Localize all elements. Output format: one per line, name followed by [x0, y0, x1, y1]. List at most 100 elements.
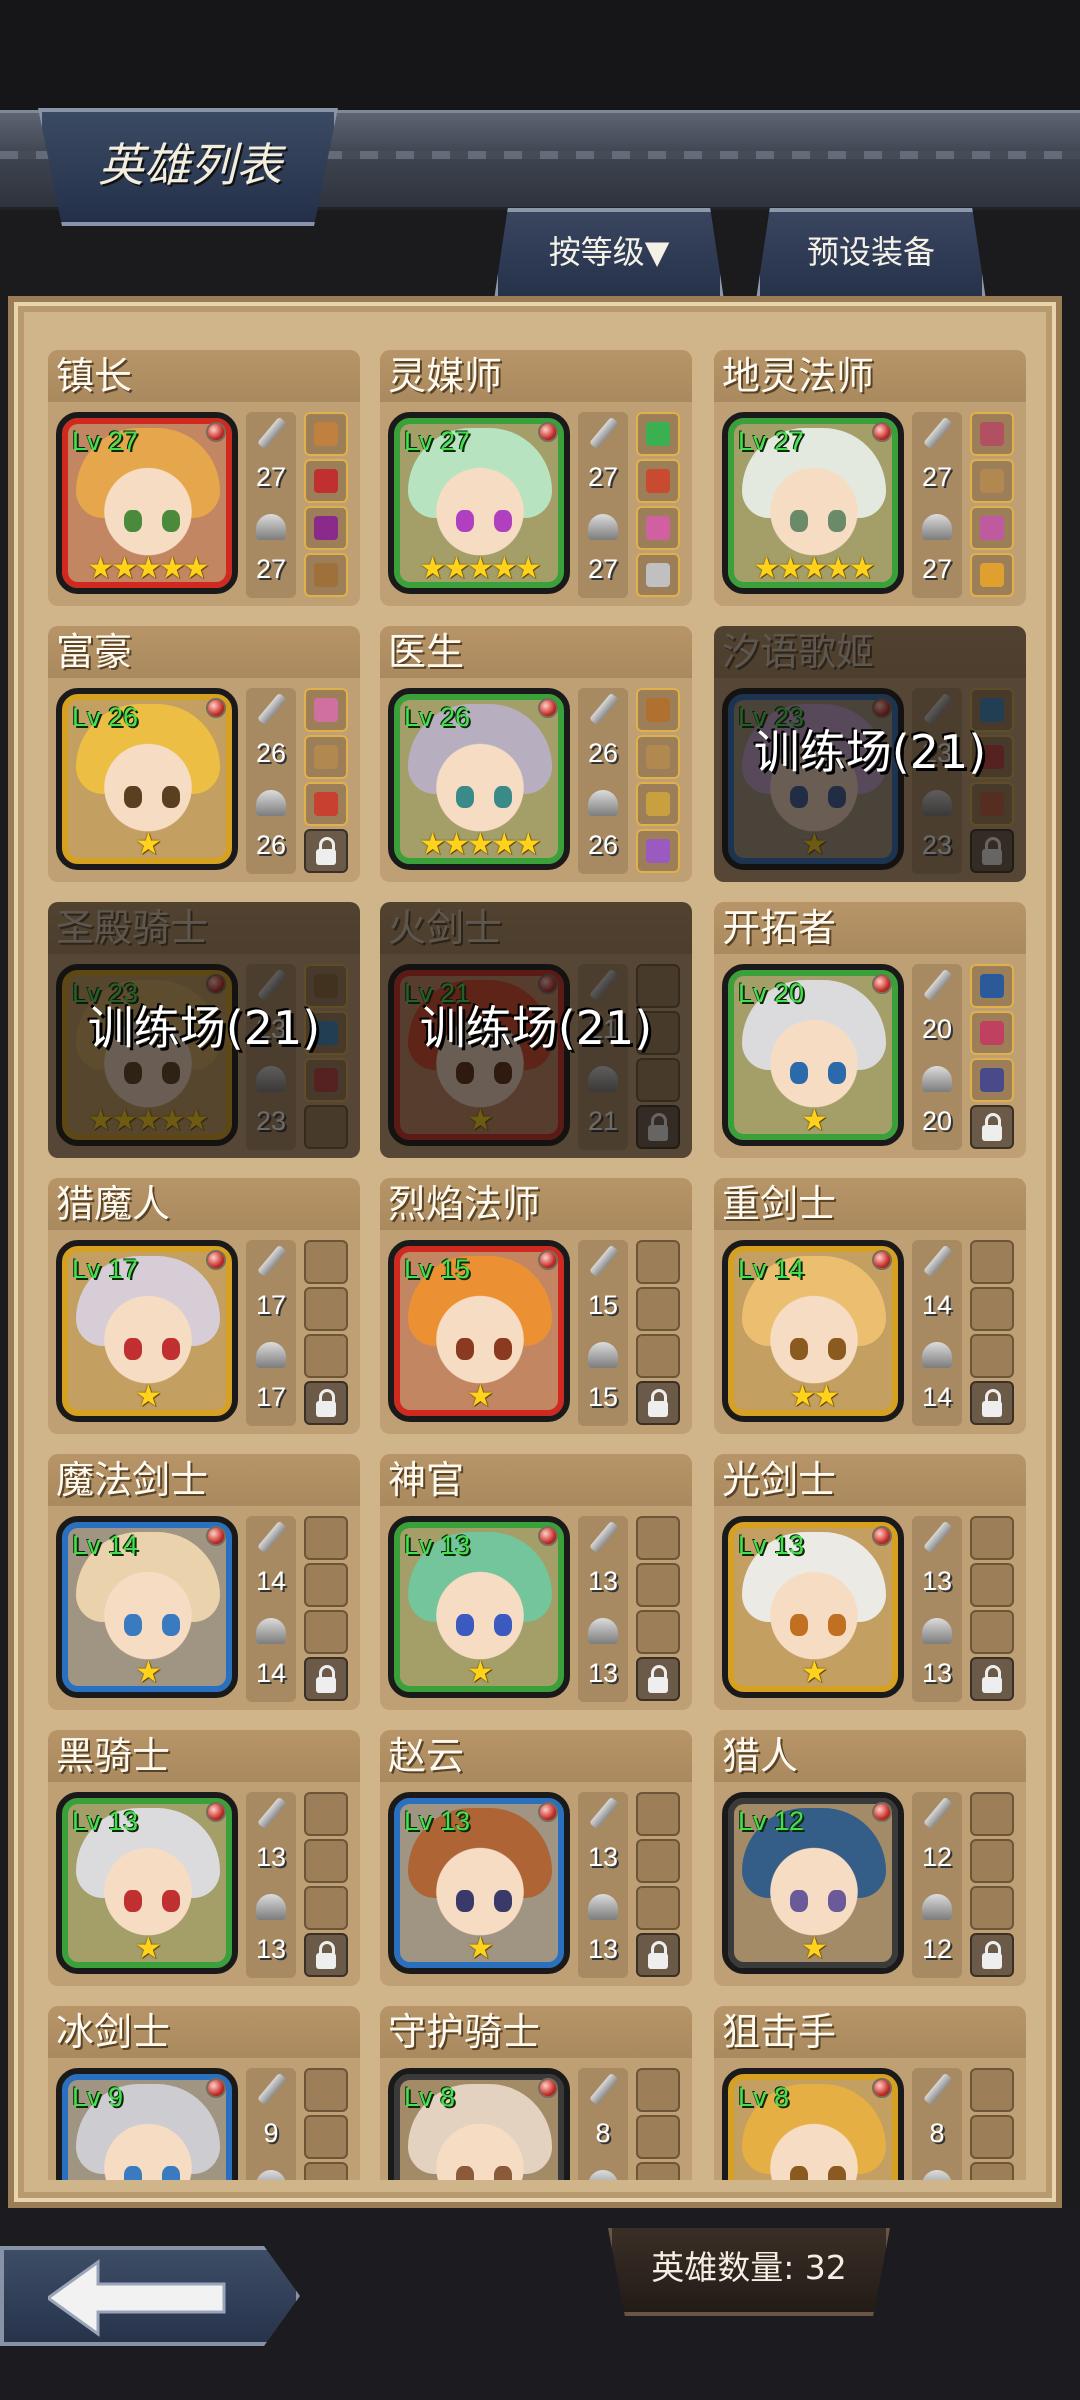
hero-card[interactable]: 狙击手 Lv 8 ★ 8 8 — [714, 2006, 1026, 2180]
empty-equipment-slot[interactable] — [304, 1240, 348, 1284]
equipment-slot[interactable] — [970, 1011, 1014, 1055]
hero-card[interactable]: 赵云 Lv 13 ★ 13 13 — [380, 1730, 692, 1986]
hero-card[interactable]: 地灵法师 Lv 27 ★★★★★ 27 27 — [714, 350, 1026, 606]
empty-equipment-slot[interactable] — [636, 1240, 680, 1284]
hero-portrait[interactable]: Lv 8 ★ — [722, 2068, 904, 2180]
empty-equipment-slot[interactable] — [970, 2068, 1014, 2112]
equipment-slot[interactable] — [970, 506, 1014, 550]
empty-equipment-slot[interactable] — [636, 2162, 680, 2180]
hero-card[interactable]: 烈焰法师 Lv 15 ★ 15 15 — [380, 1178, 692, 1434]
equipment-slot[interactable] — [304, 506, 348, 550]
hero-portrait[interactable]: Lv 27 ★★★★★ — [56, 412, 238, 594]
empty-equipment-slot[interactable] — [970, 1839, 1014, 1883]
hero-portrait[interactable]: Lv 13 ★ — [722, 1516, 904, 1698]
empty-equipment-slot[interactable] — [304, 2115, 348, 2159]
empty-equipment-slot[interactable] — [970, 1334, 1014, 1378]
empty-equipment-slot[interactable] — [304, 1563, 348, 1607]
hero-card[interactable]: 黑骑士 Lv 13 ★ 13 13 — [48, 1730, 360, 1986]
hero-card[interactable]: 重剑士 Lv 14 ★★ 14 14 — [714, 1178, 1026, 1434]
empty-equipment-slot[interactable] — [970, 2115, 1014, 2159]
empty-equipment-slot[interactable] — [304, 2068, 348, 2112]
hero-card[interactable]: 魔法剑士 Lv 14 ★ 14 14 — [48, 1454, 360, 1710]
empty-equipment-slot[interactable] — [636, 1516, 680, 1560]
hero-portrait[interactable]: Lv 27 ★★★★★ — [722, 412, 904, 594]
hero-portrait[interactable]: Lv 9 ★ — [56, 2068, 238, 2180]
preset-equipment-button[interactable]: 预设装备 — [756, 208, 986, 300]
equipment-slot[interactable] — [970, 964, 1014, 1008]
hero-portrait[interactable]: Lv 20 ★ — [722, 964, 904, 1146]
hero-card[interactable]: 灵媒师 Lv 27 ★★★★★ 27 27 — [380, 350, 692, 606]
hero-portrait[interactable]: Lv 26 ★★★★★ — [388, 688, 570, 870]
empty-equipment-slot[interactable] — [304, 1839, 348, 1883]
empty-equipment-slot[interactable] — [970, 1792, 1014, 1836]
empty-equipment-slot[interactable] — [970, 2162, 1014, 2180]
hero-portrait[interactable]: Lv 15 ★ — [388, 1240, 570, 1422]
empty-equipment-slot[interactable] — [304, 1516, 348, 1560]
hero-card[interactable]: 猎魔人 Lv 17 ★ 17 17 — [48, 1178, 360, 1434]
equipment-slot[interactable] — [304, 412, 348, 456]
equipment-slot[interactable] — [636, 553, 680, 597]
empty-equipment-slot[interactable] — [636, 2068, 680, 2112]
empty-equipment-slot[interactable] — [636, 1287, 680, 1331]
empty-equipment-slot[interactable] — [304, 1287, 348, 1331]
empty-equipment-slot[interactable] — [304, 1610, 348, 1654]
equipment-slot[interactable] — [304, 553, 348, 597]
hero-portrait[interactable]: Lv 13 ★ — [388, 1516, 570, 1698]
equipment-slot[interactable] — [304, 688, 348, 732]
hero-portrait[interactable]: Lv 14 ★★ — [722, 1240, 904, 1422]
equipment-slot[interactable] — [970, 553, 1014, 597]
empty-equipment-slot[interactable] — [970, 1516, 1014, 1560]
hero-card[interactable]: 光剑士 Lv 13 ★ 13 13 — [714, 1454, 1026, 1710]
hero-card[interactable]: 镇长 Lv 27 ★★★★★ 27 27 — [48, 350, 360, 606]
sort-by-level-button[interactable]: 按等级▼ — [494, 208, 724, 300]
empty-equipment-slot[interactable] — [304, 1792, 348, 1836]
hero-grid[interactable]: 镇长 Lv 27 ★★★★★ 27 27 灵媒师 Lv 27 ★★★★★ 27 … — [30, 350, 1040, 2180]
hero-card[interactable]: 神官 Lv 13 ★ 13 13 — [380, 1454, 692, 1710]
empty-equipment-slot[interactable] — [970, 1287, 1014, 1331]
hero-portrait[interactable]: Lv 13 ★ — [56, 1792, 238, 1974]
hero-portrait[interactable]: Lv 17 ★ — [56, 1240, 238, 1422]
empty-equipment-slot[interactable] — [304, 1886, 348, 1930]
hero-portrait[interactable]: Lv 12 ★ — [722, 1792, 904, 1974]
empty-equipment-slot[interactable] — [636, 1610, 680, 1654]
empty-equipment-slot[interactable] — [304, 2162, 348, 2180]
hero-card[interactable]: 医生 Lv 26 ★★★★★ 26 26 — [380, 626, 692, 882]
empty-equipment-slot[interactable] — [636, 2115, 680, 2159]
hero-portrait[interactable]: Lv 8 ★ — [388, 2068, 570, 2180]
equipment-slot[interactable] — [636, 829, 680, 873]
hero-portrait[interactable]: Lv 27 ★★★★★ — [388, 412, 570, 594]
equipment-slot[interactable] — [636, 459, 680, 503]
equipment-slot[interactable] — [636, 782, 680, 826]
hero-card[interactable]: 开拓者 Lv 20 ★ 20 20 — [714, 902, 1026, 1158]
empty-equipment-slot[interactable] — [970, 1240, 1014, 1284]
equipment-slot[interactable] — [636, 688, 680, 732]
equipment-slot[interactable] — [304, 735, 348, 779]
empty-equipment-slot[interactable] — [636, 1886, 680, 1930]
empty-equipment-slot[interactable] — [636, 1839, 680, 1883]
hero-portrait[interactable]: Lv 26 ★ — [56, 688, 238, 870]
empty-equipment-slot[interactable] — [636, 1563, 680, 1607]
hero-portrait[interactable]: Lv 14 ★ — [56, 1516, 238, 1698]
equipment-slot[interactable] — [970, 1058, 1014, 1102]
empty-equipment-slot[interactable] — [636, 1334, 680, 1378]
empty-equipment-slot[interactable] — [970, 1610, 1014, 1654]
hero-card[interactable]: 富豪 Lv 26 ★ 26 26 — [48, 626, 360, 882]
equipment-slot[interactable] — [636, 735, 680, 779]
equipment-slot[interactable] — [304, 459, 348, 503]
hero-card[interactable]: 火剑士 Lv 21 ★ 21 21 训练场(21) — [380, 902, 692, 1158]
empty-equipment-slot[interactable] — [970, 1886, 1014, 1930]
equipment-slot[interactable] — [636, 412, 680, 456]
hero-card[interactable]: 汐语歌姬 Lv 23 ★ 23 23 训练场(21) — [714, 626, 1026, 882]
equipment-slot[interactable] — [970, 412, 1014, 456]
empty-equipment-slot[interactable] — [636, 1792, 680, 1836]
hero-portrait[interactable]: Lv 13 ★ — [388, 1792, 570, 1974]
hero-card[interactable]: 圣殿骑士 Lv 23 ★★★★★ 23 23 训练场(21) — [48, 902, 360, 1158]
equipment-slot[interactable] — [636, 506, 680, 550]
hero-card[interactable]: 冰剑士 Lv 9 ★ 9 9 — [48, 2006, 360, 2180]
hero-card[interactable]: 守护骑士 Lv 8 ★ 8 8 — [380, 2006, 692, 2180]
empty-equipment-slot[interactable] — [304, 1334, 348, 1378]
equipment-slot[interactable] — [304, 782, 348, 826]
empty-equipment-slot[interactable] — [970, 1563, 1014, 1607]
hero-card[interactable]: 猎人 Lv 12 ★ 12 12 — [714, 1730, 1026, 1986]
equipment-slot[interactable] — [970, 459, 1014, 503]
